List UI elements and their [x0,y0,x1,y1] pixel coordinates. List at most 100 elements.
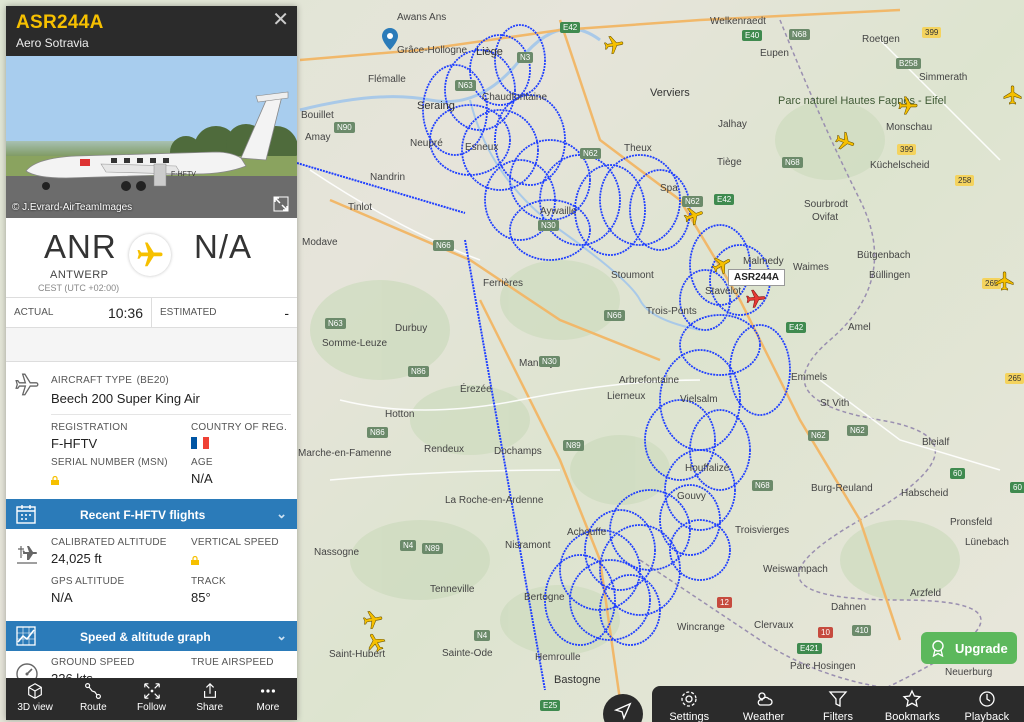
origin-city: ANTWERP [50,269,109,281]
close-icon[interactable]: ✕ [272,10,289,30]
settings-label: Settings [669,711,710,722]
road-badge: 10 [818,627,833,638]
place-liege: Liège [476,46,503,58]
place-troisvierges: Troisvierges [735,525,790,536]
place-st-vith: St Vith [820,398,850,409]
playback-icon [979,691,995,707]
chevron-down-icon: ⌄ [276,628,287,643]
filters-label: Filters [823,711,853,722]
place-malmedy: Malmedy [743,256,784,267]
estimated-time: - [284,304,289,321]
bookmarks-label: Bookmarks [884,711,940,722]
weather-button[interactable]: Weather [726,686,800,722]
route-label: Route [79,702,107,713]
place-amay: Amay [305,132,331,143]
road-badge: N89 [422,543,443,554]
speed-graph-label: Speed & altitude graph [80,630,211,644]
place-hemroulle: Hemroulle [535,652,581,663]
age-value: N/A [191,471,213,486]
upgrade-icon [932,640,944,657]
place-nandrin: Nandrin [370,172,406,183]
expand-icon[interactable] [273,196,289,212]
road-badge: B258 [896,58,921,69]
place-weiswampach: Weiswampach [763,564,828,575]
lock-icon[interactable] [51,472,59,485]
aircraft-type-code: (BE20) [136,375,169,386]
more-button[interactable]: More [239,678,297,720]
place-hotton: Hotton [385,409,415,420]
other-aircraft[interactable] [897,95,919,117]
bookmarks-button[interactable]: Bookmarks [875,686,949,722]
road-badge: E42 [714,194,735,205]
place-rendeux: Rendeux [424,444,465,455]
place-theux: Theux [624,143,652,154]
3d-view-button[interactable]: 3D view [6,678,64,720]
road-badge: N86 [408,366,429,377]
follow-button[interactable]: Follow [122,678,180,720]
filters-button[interactable]: Filters [801,686,875,722]
road-badge: N86 [367,427,388,438]
panel-bottom-nav: 3D view Route Follow Share More [6,678,297,720]
airport-marker-icon[interactable] [381,28,399,50]
place-gouvy: Gouvy [677,491,706,502]
place-bouillet: Bouillet [301,110,334,121]
road-badge: N68 [752,480,773,491]
road-badge: N62 [808,430,829,441]
place-nisramont: Nisramont [505,540,551,551]
place-butgenbach: Bütgenbach [857,250,911,261]
share-label: Share [196,702,224,713]
route-button[interactable]: Route [64,678,122,720]
times-row: ACTUAL 10:36 ESTIMATED - [6,298,297,328]
place-bullingen: Büllingen [869,270,911,281]
place-stavelot: Stavelot [705,286,742,297]
plane-icon [129,234,171,276]
place-chaudfontaine: Chaudfontaine [482,92,548,103]
place-esneux: Esneux [465,142,499,153]
lock-icon[interactable] [191,552,199,565]
place-awans: Awans Ans [397,12,447,23]
road-badge: N4 [400,540,417,551]
track-value: 85° [191,590,211,605]
aircraft-section: AIRCRAFT TYPE (BE20) Beech 200 Super Kin… [6,362,297,499]
place-trois-ponts: Trois-Ponts [646,306,697,317]
other-aircraft[interactable] [360,607,385,632]
follow-icon [143,683,160,699]
place-grace-hollogne: Grâce-Hollogne [397,45,468,56]
share-button[interactable]: Share [181,678,239,720]
registration-value: F-HFTV [51,436,98,451]
road-badge: 12 [717,597,732,608]
place-habscheid: Habscheid [901,488,949,499]
aircraft-type-icon [14,372,40,398]
road-badge: E42 [786,322,807,333]
playback-label: Playback [964,711,1010,722]
upgrade-button[interactable]: Upgrade [921,632,1017,664]
callsign: ASR244A [16,12,104,33]
other-aircraft[interactable] [994,270,1016,292]
origin-code[interactable]: ANR [44,228,117,266]
speed-graph-button[interactable]: Speed & altitude graph ⌄ [6,621,297,651]
chevron-down-icon: ⌄ [276,506,287,521]
road-badge: N63 [325,318,346,329]
recent-flights-button[interactable]: Recent F-HFTV flights ⌄ [6,499,297,529]
place-houffalize: Houffalize [685,463,730,474]
other-aircraft[interactable] [1002,84,1024,106]
photo-credit: © J.Evrard-AirTeamImages [12,202,133,213]
flag-fr-icon [191,437,209,449]
origin-timezone: CEST (UTC +02:00) [38,283,120,293]
road-badge: 399 [897,144,917,155]
selected-aircraft-icon[interactable] [744,287,768,311]
aircraft-photo[interactable]: F-HFTV © J.Evrard-AirTeamImages [6,56,297,218]
actual-label: ACTUAL [14,307,54,318]
age-label: AGE [191,457,213,468]
settings-button[interactable]: Settings [652,686,726,722]
road-badge: E40 [742,30,763,41]
playback-button[interactable]: Playback [950,686,1024,722]
place-arzfeld: Arzfeld [910,588,942,599]
place-vielsalm: Vielsalm [680,394,718,405]
road-badge: N66 [604,310,625,321]
share-icon [203,682,216,698]
place-bastogne: Bastogne [554,674,601,686]
altitude-section: CALIBRATED ALTITUDE 24,025 ft VERTICAL S… [6,529,297,621]
other-aircraft[interactable] [601,32,626,57]
selected-flight-tag[interactable]: ASR244A [728,269,786,286]
